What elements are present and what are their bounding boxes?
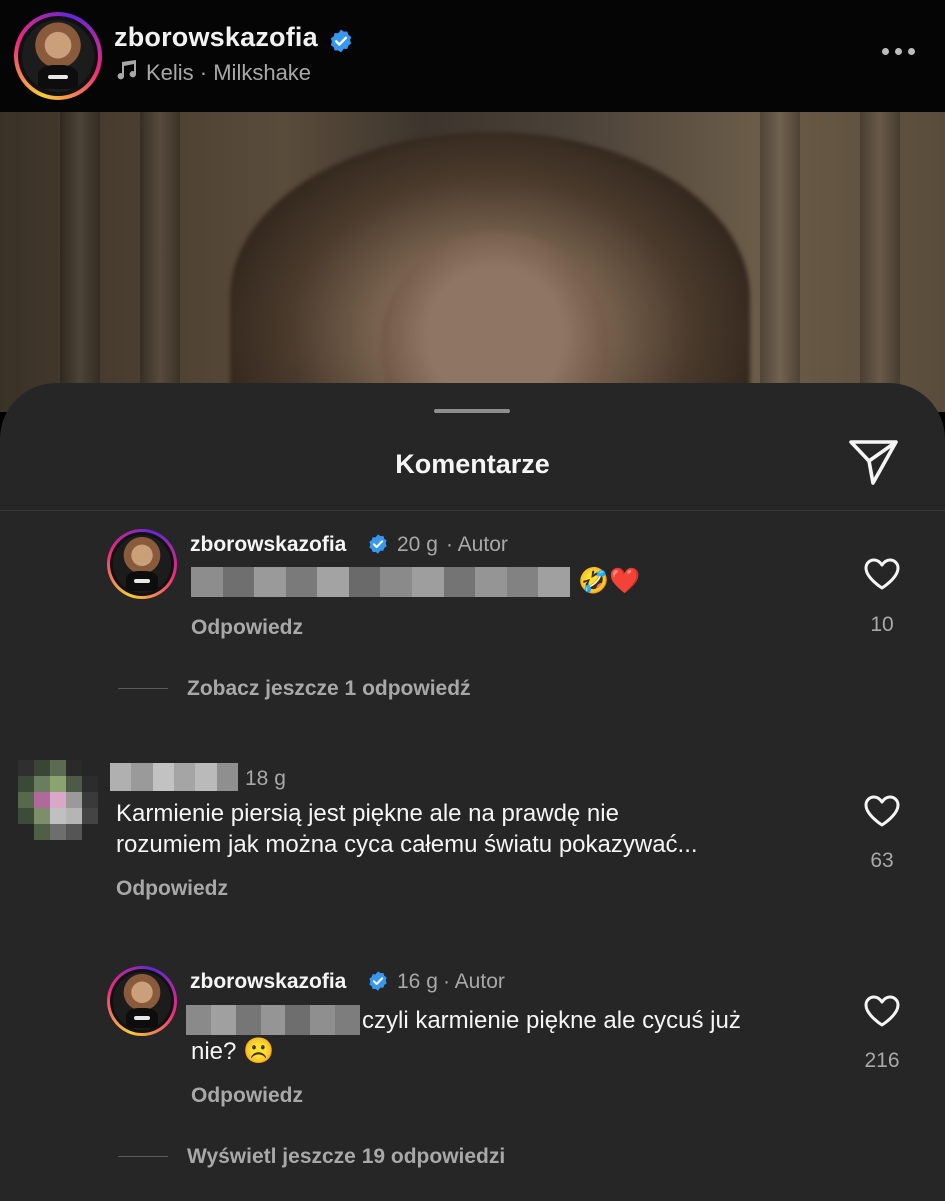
comments-sheet: Komentarze zborowskazofia 20 g · Autor 🤣… bbox=[0, 383, 945, 1201]
comment-text-line2: rozumiem jak można cyca całemu światu po… bbox=[116, 831, 698, 858]
comment-text-line2: nie? bbox=[191, 1038, 237, 1065]
heart-icon[interactable] bbox=[863, 557, 901, 596]
sheet-title: Komentarze bbox=[395, 449, 550, 479]
view-replies-button[interactable]: Zobacz jeszcze 1 odpowiedź bbox=[187, 677, 471, 701]
comment-username[interactable]: zborowskazofia bbox=[190, 533, 346, 557]
music-note-icon bbox=[114, 58, 138, 88]
comment-text-line1: czyli karmienie piękne ale cycuś już bbox=[362, 1007, 741, 1034]
heart-icon[interactable] bbox=[863, 794, 901, 833]
like-count: 63 bbox=[870, 849, 894, 872]
author-badge: · Autor bbox=[443, 970, 505, 993]
comment-text-line1: Karmienie piersią jest piękne ale na pra… bbox=[116, 800, 619, 827]
more-icon[interactable] bbox=[882, 48, 915, 55]
redacted-mention bbox=[186, 1005, 361, 1035]
header-divider bbox=[0, 510, 945, 511]
music-info[interactable]: Kelis · Milkshake bbox=[114, 58, 311, 88]
reply-button[interactable]: Odpowiedz bbox=[191, 1084, 303, 1108]
share-icon[interactable] bbox=[848, 438, 900, 493]
reply-button[interactable]: Odpowiedz bbox=[116, 877, 228, 901]
like-count: 216 bbox=[864, 1049, 900, 1072]
post-photo bbox=[0, 112, 945, 412]
header-avatar[interactable] bbox=[14, 12, 102, 100]
redacted-text bbox=[191, 567, 570, 597]
thread-line bbox=[118, 1156, 168, 1157]
comment-time: 18 g bbox=[245, 767, 286, 790]
verified-icon bbox=[328, 28, 354, 54]
comment-username[interactable]: zborowskazofia bbox=[190, 970, 346, 994]
author-badge: · Autor bbox=[446, 533, 508, 556]
view-replies-button[interactable]: Wyświetl jeszcze 19 odpowiedzi bbox=[187, 1145, 505, 1169]
sheet-drag-handle[interactable] bbox=[434, 409, 510, 413]
comment-emoji: ☹️ bbox=[243, 1037, 275, 1065]
redacted-username bbox=[110, 763, 238, 791]
like-count: 10 bbox=[870, 613, 894, 636]
post-header: zborowskazofia Kelis · Milkshake bbox=[0, 0, 945, 112]
header-username[interactable]: zborowskazofia bbox=[114, 22, 318, 53]
music-label: Kelis · Milkshake bbox=[146, 60, 312, 85]
reply-button[interactable]: Odpowiedz bbox=[191, 616, 303, 640]
comment-time: 16 g bbox=[397, 970, 438, 993]
heart-icon[interactable] bbox=[863, 994, 901, 1033]
verified-icon bbox=[367, 970, 389, 992]
comment-avatar[interactable] bbox=[18, 760, 98, 840]
verified-icon bbox=[367, 533, 389, 555]
comment-emojis: 🤣❤️ bbox=[578, 567, 641, 595]
thread-line bbox=[118, 688, 168, 689]
comment-time: 20 g bbox=[397, 533, 438, 556]
comment-avatar[interactable] bbox=[107, 529, 177, 599]
comment-avatar[interactable] bbox=[107, 966, 177, 1036]
